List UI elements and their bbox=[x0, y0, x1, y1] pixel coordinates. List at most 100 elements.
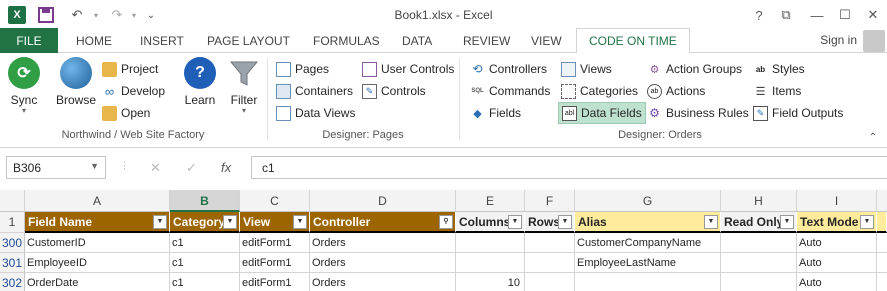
table-header-cell[interactable]: Category ▼ bbox=[170, 212, 240, 233]
column-header-i[interactable]: I bbox=[797, 190, 877, 212]
table-cell[interactable] bbox=[877, 273, 887, 291]
table-cell[interactable]: Orders bbox=[310, 253, 456, 273]
table-cell[interactable] bbox=[721, 253, 797, 273]
tab-view[interactable]: VIEW bbox=[527, 28, 566, 53]
table-cell[interactable]: Orders bbox=[310, 233, 456, 253]
row-header[interactable]: 301 bbox=[0, 253, 25, 273]
tab-home[interactable]: HOME bbox=[72, 28, 116, 53]
tab-data[interactable]: DATA bbox=[398, 28, 436, 53]
containers-button[interactable]: Containers bbox=[276, 81, 353, 101]
table-cell[interactable]: editForm1 bbox=[240, 253, 310, 273]
table-cell[interactable]: c1 bbox=[170, 253, 240, 273]
table-header-cell[interactable]: Columns ▼ bbox=[456, 212, 525, 233]
filter-dropdown-icon[interactable]: ▼ bbox=[704, 215, 718, 229]
table-cell[interactable]: editForm1 bbox=[240, 233, 310, 253]
table-cell[interactable] bbox=[525, 253, 575, 273]
table-cell[interactable] bbox=[877, 233, 887, 253]
table-header-cell[interactable]: Rows ▼ bbox=[525, 212, 575, 233]
table-cell[interactable]: c1 bbox=[170, 233, 240, 253]
table-cell[interactable] bbox=[456, 253, 525, 273]
project-button[interactable]: Project bbox=[102, 59, 158, 79]
develop-button[interactable]: ∞ Develop bbox=[102, 81, 165, 101]
select-all-corner[interactable] bbox=[0, 190, 25, 212]
views-button[interactable]: Views bbox=[561, 59, 612, 79]
name-box[interactable]: B306 ▼ bbox=[6, 156, 106, 179]
column-header-e[interactable]: E bbox=[456, 190, 525, 212]
table-header-cell[interactable]: Field Name ▼ bbox=[25, 212, 170, 233]
ribbon-display-options-button[interactable]: ⧉ bbox=[772, 4, 800, 26]
table-cell[interactable] bbox=[575, 273, 721, 291]
table-cell[interactable]: Auto bbox=[797, 253, 877, 273]
tab-review[interactable]: REVIEW bbox=[459, 28, 514, 53]
sign-in-link[interactable]: Sign in bbox=[820, 33, 857, 47]
table-cell[interactable]: CustomerCompanyName bbox=[575, 233, 721, 253]
data-fields-button[interactable]: abl Data Fields bbox=[558, 102, 646, 124]
minimize-button[interactable]: — bbox=[803, 4, 831, 26]
table-header-cell[interactable]: Alias ▼ bbox=[575, 212, 721, 233]
filter-dropdown-icon[interactable]: ▼ bbox=[780, 215, 794, 229]
table-header-cell[interactable]: Controller ⚲ bbox=[310, 212, 456, 233]
table-cell[interactable]: Auto bbox=[797, 273, 877, 291]
business-rules-button[interactable]: ⚙ Business Rules bbox=[647, 103, 749, 123]
field-outputs-button[interactable]: ✎ Field Outputs bbox=[753, 103, 843, 123]
table-cell[interactable]: editForm1 bbox=[240, 273, 310, 291]
table-cell[interactable] bbox=[877, 253, 887, 273]
pages-button[interactable]: Pages bbox=[276, 59, 329, 79]
tab-formulas[interactable]: FORMULAS bbox=[309, 28, 384, 53]
filter-dropdown-icon[interactable]: ▼ bbox=[558, 215, 572, 229]
table-cell[interactable]: EmployeeLastName bbox=[575, 253, 721, 273]
table-cell[interactable] bbox=[525, 233, 575, 253]
controllers-button[interactable]: ⟲ Controllers bbox=[470, 59, 547, 79]
collapse-ribbon-icon[interactable]: ⌃ bbox=[866, 127, 880, 147]
column-header-d[interactable]: D bbox=[310, 190, 456, 212]
column-header-h[interactable]: H bbox=[721, 190, 797, 212]
tab-code-on-time[interactable]: CODE ON TIME bbox=[576, 28, 690, 54]
actions-button[interactable]: ab Actions bbox=[647, 81, 705, 101]
enter-icon[interactable]: ✓ bbox=[186, 160, 197, 176]
column-header-g[interactable]: G bbox=[575, 190, 721, 212]
tab-page-layout[interactable]: PAGE LAYOUT bbox=[203, 28, 294, 53]
column-header-c[interactable]: C bbox=[240, 190, 310, 212]
table-cell[interactable]: c1 bbox=[170, 273, 240, 291]
cancel-icon[interactable]: ✕ bbox=[150, 160, 161, 176]
table-cell[interactable]: CustomerID bbox=[25, 233, 170, 253]
styles-button[interactable]: ab Styles bbox=[753, 59, 805, 79]
table-cell[interactable]: OrderDate bbox=[25, 273, 170, 291]
column-header-f[interactable]: F bbox=[525, 190, 575, 212]
tab-file[interactable]: FILE bbox=[0, 28, 58, 53]
table-cell[interactable]: EmployeeID bbox=[25, 253, 170, 273]
column-header-a[interactable]: A bbox=[25, 190, 170, 212]
row-header[interactable]: 1 bbox=[0, 212, 25, 233]
table-cell[interactable] bbox=[525, 273, 575, 291]
commands-button[interactable]: SQL Commands bbox=[470, 81, 550, 101]
column-header-b[interactable]: B bbox=[170, 190, 240, 212]
filter-dropdown-icon[interactable]: ▼ bbox=[223, 215, 237, 229]
maximize-button[interactable]: ☐ bbox=[831, 4, 859, 26]
items-button[interactable]: ☰ Items bbox=[753, 81, 802, 101]
filter-dropdown-icon[interactable]: ▼ bbox=[508, 215, 522, 229]
formula-input[interactable]: c1 bbox=[251, 156, 887, 179]
sync-button[interactable]: ⟳ Sync ▾ bbox=[2, 57, 46, 119]
row-header[interactable]: 302 bbox=[0, 273, 25, 291]
table-cell[interactable] bbox=[721, 233, 797, 253]
help-button[interactable]: ? bbox=[745, 4, 773, 26]
table-header-cell[interactable]: View ▼ bbox=[240, 212, 310, 233]
categories-button[interactable]: Categories bbox=[561, 81, 638, 101]
action-groups-button[interactable]: ⚙ Action Groups bbox=[647, 59, 742, 79]
table-cell[interactable]: Auto bbox=[797, 233, 877, 253]
data-views-button[interactable]: Data Views bbox=[276, 103, 355, 123]
insert-function-icon[interactable]: fx bbox=[221, 160, 231, 175]
filter-dropdown-icon[interactable]: ▼ bbox=[293, 215, 307, 229]
table-cell[interactable] bbox=[721, 273, 797, 291]
avatar[interactable] bbox=[863, 30, 885, 52]
learn-button[interactable]: ? Learn bbox=[178, 57, 222, 119]
grip-icon[interactable]: ⋮ bbox=[120, 160, 129, 171]
fields-button[interactable]: ◆ Fields bbox=[470, 103, 521, 123]
controls-button[interactable]: ✎ Controls bbox=[362, 81, 426, 101]
row-header[interactable]: 300 bbox=[0, 233, 25, 253]
browse-button[interactable]: Browse bbox=[54, 57, 98, 119]
filter-dropdown-icon[interactable]: ▼ bbox=[860, 215, 874, 229]
close-button[interactable]: ✕ bbox=[859, 4, 887, 26]
table-cell[interactable]: Orders bbox=[310, 273, 456, 291]
filter-dropdown-icon[interactable]: ▼ bbox=[153, 215, 167, 229]
